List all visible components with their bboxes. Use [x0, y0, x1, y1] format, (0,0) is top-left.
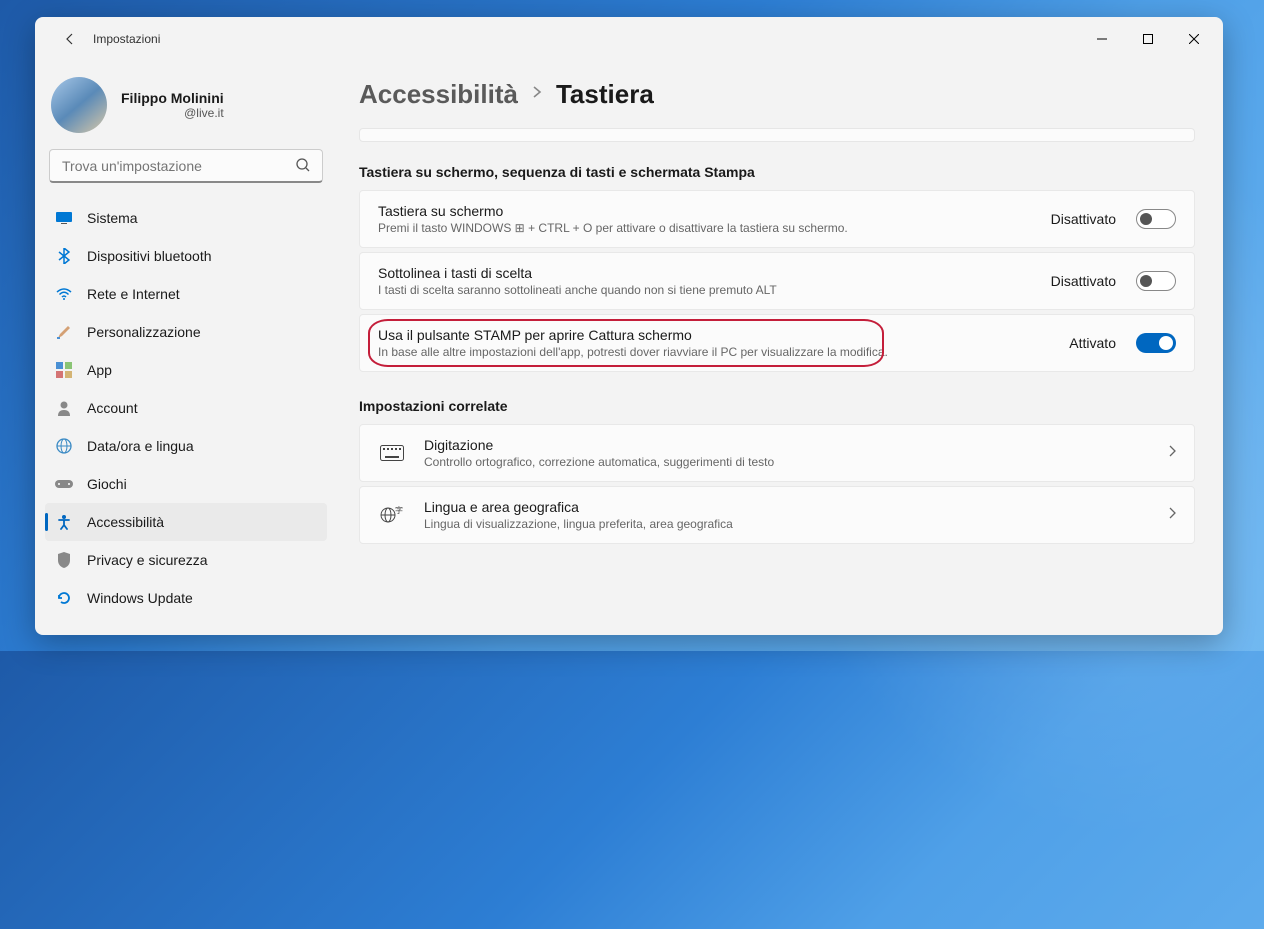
search-icon [295, 157, 311, 178]
setting-tastiera-su-schermo: Tastiera su schermo Premi il tasto WINDO… [359, 190, 1195, 248]
breadcrumb: Accessibilità Tastiera [359, 79, 1195, 110]
breadcrumb-parent[interactable]: Accessibilità [359, 79, 518, 110]
nav-label: Rete e Internet [87, 286, 180, 302]
wifi-icon [55, 285, 73, 303]
nav-list: Sistema Dispositivi bluetooth Rete e Int… [45, 199, 327, 617]
section-title: Tastiera su schermo, sequenza di tasti e… [359, 164, 1195, 180]
close-button[interactable] [1171, 23, 1217, 55]
update-icon [55, 589, 73, 607]
nav-item-windows-update[interactable]: Windows Update [45, 579, 327, 617]
nav-label: Account [87, 400, 138, 416]
nav-item-account[interactable]: Account [45, 389, 327, 427]
nav-label: Personalizzazione [87, 324, 201, 340]
back-button[interactable] [53, 22, 87, 56]
setting-title: Usa il pulsante STAMP per aprire Cattura… [378, 327, 1051, 343]
search-input[interactable] [49, 149, 323, 183]
nav-item-app[interactable]: App [45, 351, 327, 389]
toggle-sottolinea-tasti[interactable] [1136, 271, 1176, 291]
titlebar: Impostazioni [35, 17, 1223, 61]
profile-email: @live.it [121, 106, 224, 120]
sidebar: Filippo Molinini @live.it Sistema Dispos… [35, 61, 337, 635]
nav-label: Accessibilità [87, 514, 164, 530]
nav-label: Sistema [87, 210, 138, 226]
section-title: Impostazioni correlate [359, 398, 1195, 414]
content-pane: Accessibilità Tastiera Tastiera su scher… [337, 61, 1223, 635]
related-title: Lingua e area geografica [424, 499, 1150, 515]
window-title: Impostazioni [93, 32, 160, 46]
globe-icon [55, 437, 73, 455]
nav-label: Data/ora e lingua [87, 438, 194, 454]
related-desc: Lingua di visualizzazione, lingua prefer… [424, 517, 1150, 531]
related-lingua[interactable]: 字 Lingua e area geografica Lingua di vis… [359, 486, 1195, 544]
accessibility-icon [55, 513, 73, 531]
setting-status: Attivato [1069, 335, 1116, 351]
chevron-right-icon [532, 85, 542, 104]
toggle-tastiera-su-schermo[interactable] [1136, 209, 1176, 229]
brush-icon [55, 323, 73, 341]
breadcrumb-current: Tastiera [556, 79, 654, 110]
minimize-button[interactable] [1079, 23, 1125, 55]
nav-item-accessibilita[interactable]: Accessibilità [45, 503, 327, 541]
profile-name: Filippo Molinini [121, 90, 224, 106]
related-title: Digitazione [424, 437, 1150, 453]
person-icon [55, 399, 73, 417]
nav-item-rete[interactable]: Rete e Internet [45, 275, 327, 313]
setting-sottolinea-tasti: Sottolinea i tasti di scelta I tasti di … [359, 252, 1195, 310]
toggle-stamp-cattura[interactable] [1136, 333, 1176, 353]
chevron-right-icon [1168, 444, 1176, 462]
nav-item-personalizzazione[interactable]: Personalizzazione [45, 313, 327, 351]
maximize-button[interactable] [1125, 23, 1171, 55]
nav-label: Giochi [87, 476, 127, 492]
shield-icon [55, 551, 73, 569]
profile-block[interactable]: Filippo Molinini @live.it [45, 69, 327, 149]
nav-label: Dispositivi bluetooth [87, 248, 212, 264]
related-digitazione[interactable]: Digitazione Controllo ortografico, corre… [359, 424, 1195, 482]
chevron-right-icon [1168, 506, 1176, 524]
nav-item-sistema[interactable]: Sistema [45, 199, 327, 237]
nav-label: Windows Update [87, 590, 193, 606]
nav-item-privacy[interactable]: Privacy e sicurezza [45, 541, 327, 579]
setting-status: Disattivato [1051, 273, 1116, 289]
gamepad-icon [55, 475, 73, 493]
svg-text:字: 字 [395, 505, 403, 515]
apps-icon [55, 361, 73, 379]
nav-item-data-ora[interactable]: Data/ora e lingua [45, 427, 327, 465]
monitor-icon [55, 209, 73, 227]
setting-desc: Premi il tasto WINDOWS ⊞ + CTRL + O per … [378, 221, 1033, 235]
nav-item-bluetooth[interactable]: Dispositivi bluetooth [45, 237, 327, 275]
nav-item-giochi[interactable]: Giochi [45, 465, 327, 503]
language-icon: 字 [378, 505, 406, 525]
related-desc: Controllo ortografico, correzione automa… [424, 455, 1150, 469]
keyboard-icon [378, 445, 406, 461]
setting-title: Sottolinea i tasti di scelta [378, 265, 1033, 281]
setting-stamp-cattura-schermo: Usa il pulsante STAMP per aprire Cattura… [359, 314, 1195, 372]
bluetooth-icon [55, 247, 73, 265]
nav-label: App [87, 362, 112, 378]
avatar [51, 77, 107, 133]
setting-title: Tastiera su schermo [378, 203, 1033, 219]
setting-desc: I tasti di scelta saranno sottolineati a… [378, 283, 1033, 297]
setting-status: Disattivato [1051, 211, 1116, 227]
settings-window: Impostazioni Filippo Molinini @live.it [35, 17, 1223, 635]
card-edge [359, 128, 1195, 142]
setting-desc: In base alle altre impostazioni dell'app… [378, 345, 1051, 359]
nav-label: Privacy e sicurezza [87, 552, 208, 568]
